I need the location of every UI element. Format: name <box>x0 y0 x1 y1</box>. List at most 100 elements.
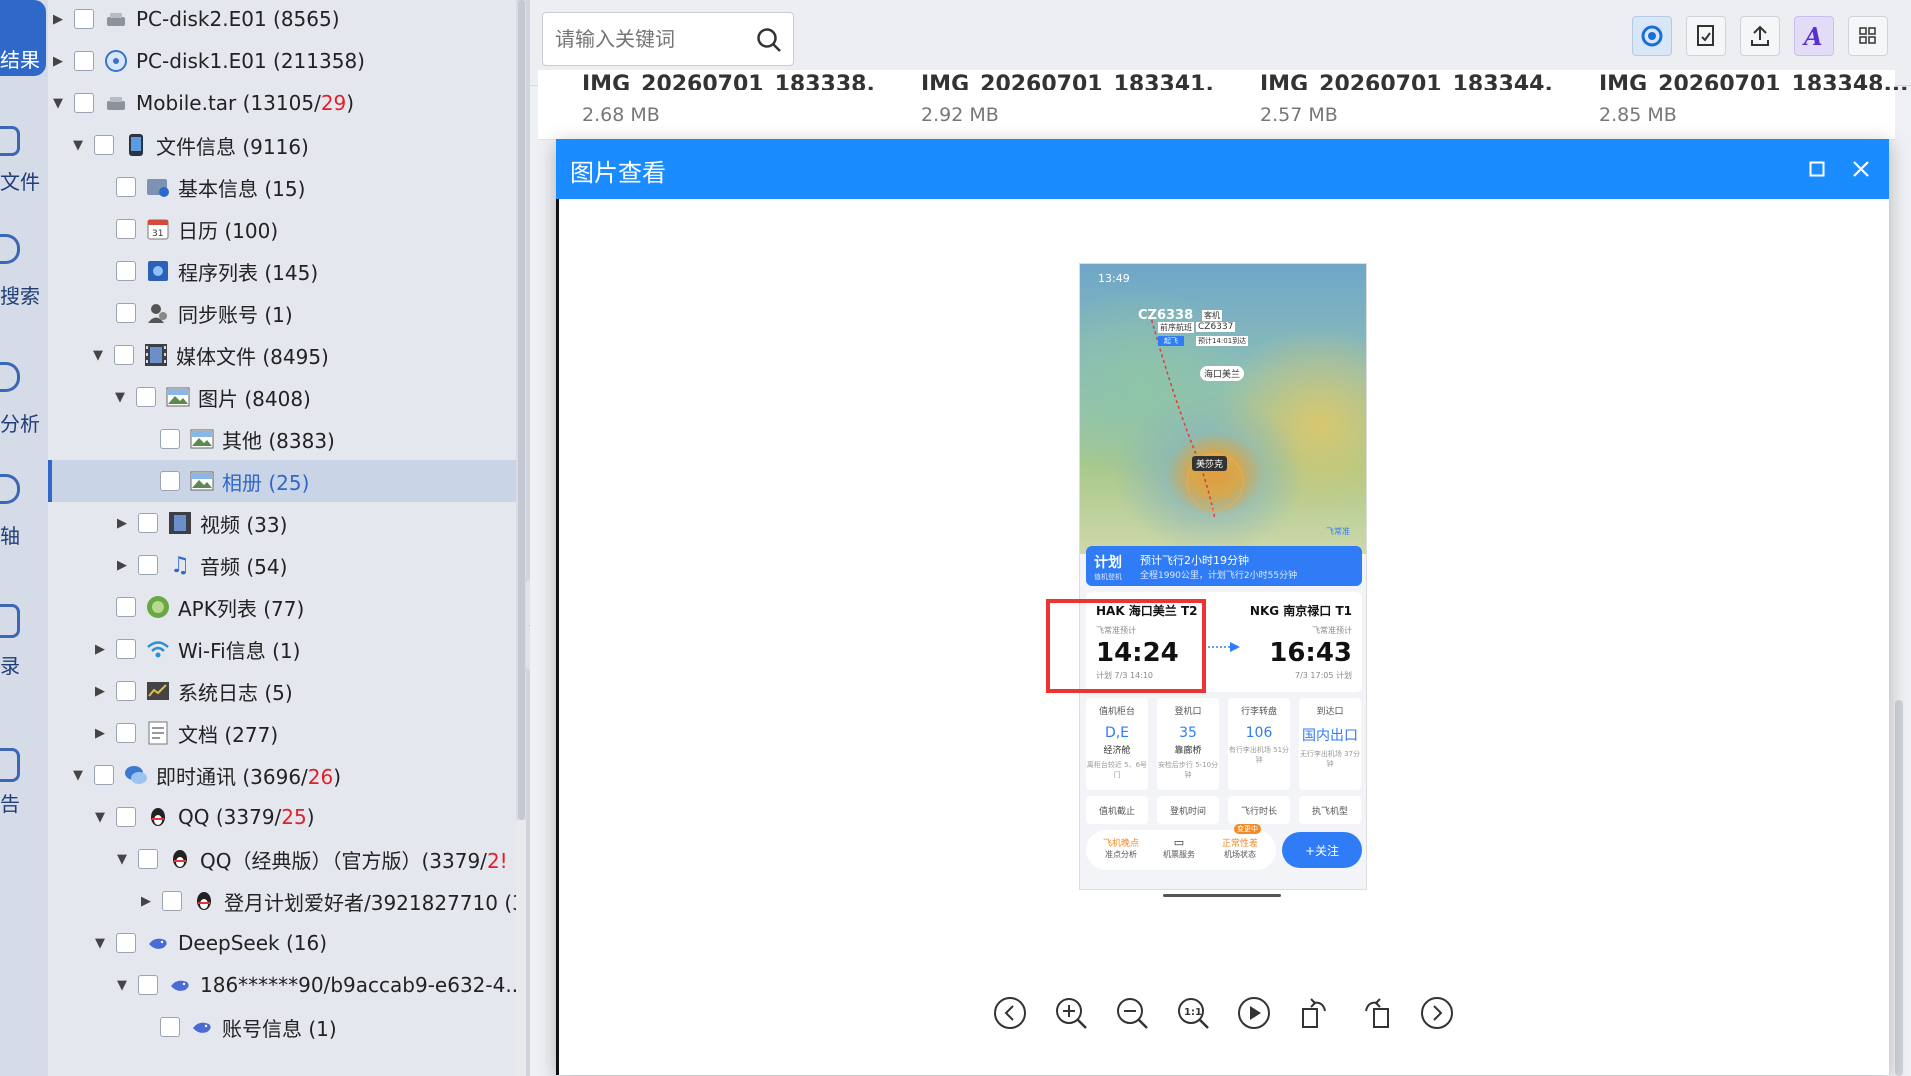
tree-row[interactable]: ▶ ♫ 音频 (54) <box>48 544 516 586</box>
tree-row[interactable]: ▼ QQ（经典版）（官方版）(3379/2! <box>48 838 516 880</box>
tree-row[interactable]: ▼ 即时通讯 (3696/26) <box>48 754 516 796</box>
checkbox[interactable] <box>116 219 136 239</box>
tree-row-selected[interactable]: 相册 (25) <box>48 460 516 502</box>
checkbox[interactable] <box>162 891 182 911</box>
expand-right-icon[interactable]: ▶ <box>92 641 108 657</box>
search-icon[interactable] <box>755 26 783 54</box>
checkbox[interactable] <box>94 765 114 785</box>
content-scrollbar[interactable] <box>1895 700 1903 1076</box>
close-button[interactable] <box>1847 155 1875 183</box>
rail-item-timeline[interactable]: 轴 <box>0 474 46 548</box>
rail-item-records[interactable]: 录 <box>0 604 46 678</box>
tree-row[interactable]: ▼ 186******90/b9accab9-e632-4... <box>48 964 516 1006</box>
dialog-header[interactable]: 图片查看 <box>556 139 1889 199</box>
sync-button[interactable] <box>1632 16 1672 56</box>
thumbnail-card[interactable]: IMG_20260701_183344... 2.57 MB <box>1216 70 1570 140</box>
expand-right-icon[interactable]: ▶ <box>114 515 130 531</box>
checkbox[interactable] <box>116 639 136 659</box>
checkbox[interactable] <box>74 51 94 71</box>
next-button[interactable] <box>1417 993 1457 1033</box>
checkbox[interactable] <box>116 723 136 743</box>
search-input[interactable] <box>555 23 745 55</box>
checkbox[interactable] <box>138 513 158 533</box>
map-tag: 前序航班 <box>1158 322 1194 333</box>
zoom-in-button[interactable] <box>1051 993 1091 1033</box>
tree-row[interactable]: ▶ 视频 (33) <box>48 502 516 544</box>
expand-down-icon[interactable]: ▼ <box>50 95 66 111</box>
rail-item-report[interactable]: 告 <box>0 748 46 818</box>
tree-row[interactable]: ▼ 媒体文件 (8495) <box>48 334 516 376</box>
tree-row[interactable]: 31 日历 (100) <box>48 208 516 250</box>
checkbox[interactable] <box>116 933 136 953</box>
checkbox[interactable] <box>74 93 94 113</box>
grid-view-button[interactable] <box>1848 16 1888 56</box>
play-button[interactable] <box>1234 993 1274 1033</box>
tree-row[interactable]: ▼ Mobile.tar (13105/29) <box>48 82 516 124</box>
rail-item-files[interactable]: 文件 <box>0 124 46 194</box>
expand-down-icon[interactable]: ▼ <box>70 767 86 783</box>
tree-row[interactable]: ▼ 文件信息 (9116) <box>48 124 516 166</box>
checkbox[interactable] <box>138 849 158 869</box>
expand-down-icon[interactable]: ▼ <box>90 347 106 363</box>
expand-right-icon[interactable]: ▶ <box>92 725 108 741</box>
tree-row[interactable]: ▼ DeepSeek (16) <box>48 922 516 964</box>
expand-down-icon[interactable]: ▼ <box>70 137 86 153</box>
tree-row[interactable]: 同步账号 (1) <box>48 292 516 334</box>
export-button[interactable] <box>1740 16 1780 56</box>
checkbox[interactable] <box>136 387 156 407</box>
rail-item-search[interactable]: 搜索 <box>0 234 46 308</box>
rail-item-analysis[interactable]: 分析 <box>0 362 46 436</box>
tree-row[interactable]: ▶ PC-disk1.E01 (211358) <box>48 40 516 82</box>
expand-down-icon[interactable]: ▼ <box>92 809 108 825</box>
actual-size-button[interactable]: 1:1 <box>1173 993 1213 1033</box>
rotate-right-button[interactable] <box>1356 993 1396 1033</box>
thumbnail-card[interactable]: IMG_20260701_183341... 2.92 MB <box>877 70 1231 140</box>
tree-scrollbar-thumb[interactable] <box>518 0 525 820</box>
checkbox[interactable] <box>116 807 136 827</box>
previous-button[interactable] <box>990 993 1030 1033</box>
checkbox[interactable] <box>94 135 114 155</box>
expand-right-icon[interactable]: ▶ <box>92 683 108 699</box>
expand-down-icon[interactable]: ▼ <box>114 851 130 867</box>
checkbox[interactable] <box>138 975 158 995</box>
expand-right-icon[interactable]: ▶ <box>50 11 66 27</box>
expand-down-icon[interactable]: ▼ <box>114 977 130 993</box>
tree-row[interactable]: ▼ QQ (3379/25) <box>48 796 516 838</box>
thumbnail-card[interactable]: IMG_20260701_183348... 2.85 MB <box>1555 70 1909 140</box>
thumbnail-card[interactable]: IMG_20260701_183338... 2.68 MB <box>538 70 892 140</box>
search-box[interactable] <box>542 12 794 66</box>
checkbox[interactable] <box>116 681 136 701</box>
tree-row[interactable]: ▶ 系统日志 (5) <box>48 670 516 712</box>
checkbox[interactable] <box>116 261 136 281</box>
tree-row[interactable]: 其他 (8383) <box>48 418 516 460</box>
maximize-button[interactable] <box>1805 157 1829 181</box>
document-button[interactable] <box>1686 16 1726 56</box>
ai-button[interactable]: A <box>1794 16 1834 56</box>
checkbox[interactable] <box>116 177 136 197</box>
checkbox[interactable] <box>116 597 136 617</box>
checkbox[interactable] <box>160 471 180 491</box>
expand-right-icon[interactable]: ▶ <box>138 893 154 909</box>
checkbox[interactable] <box>74 9 94 29</box>
rail-item-results[interactable]: 结果 <box>0 0 46 76</box>
tree-row[interactable]: 程序列表 (145) <box>48 250 516 292</box>
tree-row[interactable]: ▶ 登月计划爱好者/3921827710 (3: <box>48 880 516 922</box>
expand-right-icon[interactable]: ▶ <box>50 53 66 69</box>
zoom-out-button[interactable] <box>1112 993 1152 1033</box>
rotate-left-button[interactable] <box>1295 993 1335 1033</box>
tree-row[interactable]: ▼ 图片 (8408) <box>48 376 516 418</box>
checkbox[interactable] <box>160 1017 180 1037</box>
checkbox[interactable] <box>114 345 134 365</box>
tree-row[interactable]: ▶ 文档 (277) <box>48 712 516 754</box>
expand-right-icon[interactable]: ▶ <box>114 557 130 573</box>
tree-row[interactable]: ▶ PC-disk2.E01 (8565) <box>48 0 516 40</box>
tree-row[interactable]: 账号信息 (1) <box>48 1006 516 1048</box>
checkbox[interactable] <box>116 303 136 323</box>
tree-row[interactable]: 基本信息 (15) <box>48 166 516 208</box>
tree-row[interactable]: ▶ Wi-Fi信息 (1) <box>48 628 516 670</box>
expand-down-icon[interactable]: ▼ <box>112 389 128 405</box>
tree-row[interactable]: APK列表 (77) <box>48 586 516 628</box>
expand-down-icon[interactable]: ▼ <box>92 935 108 951</box>
checkbox[interactable] <box>160 429 180 449</box>
checkbox[interactable] <box>138 555 158 575</box>
